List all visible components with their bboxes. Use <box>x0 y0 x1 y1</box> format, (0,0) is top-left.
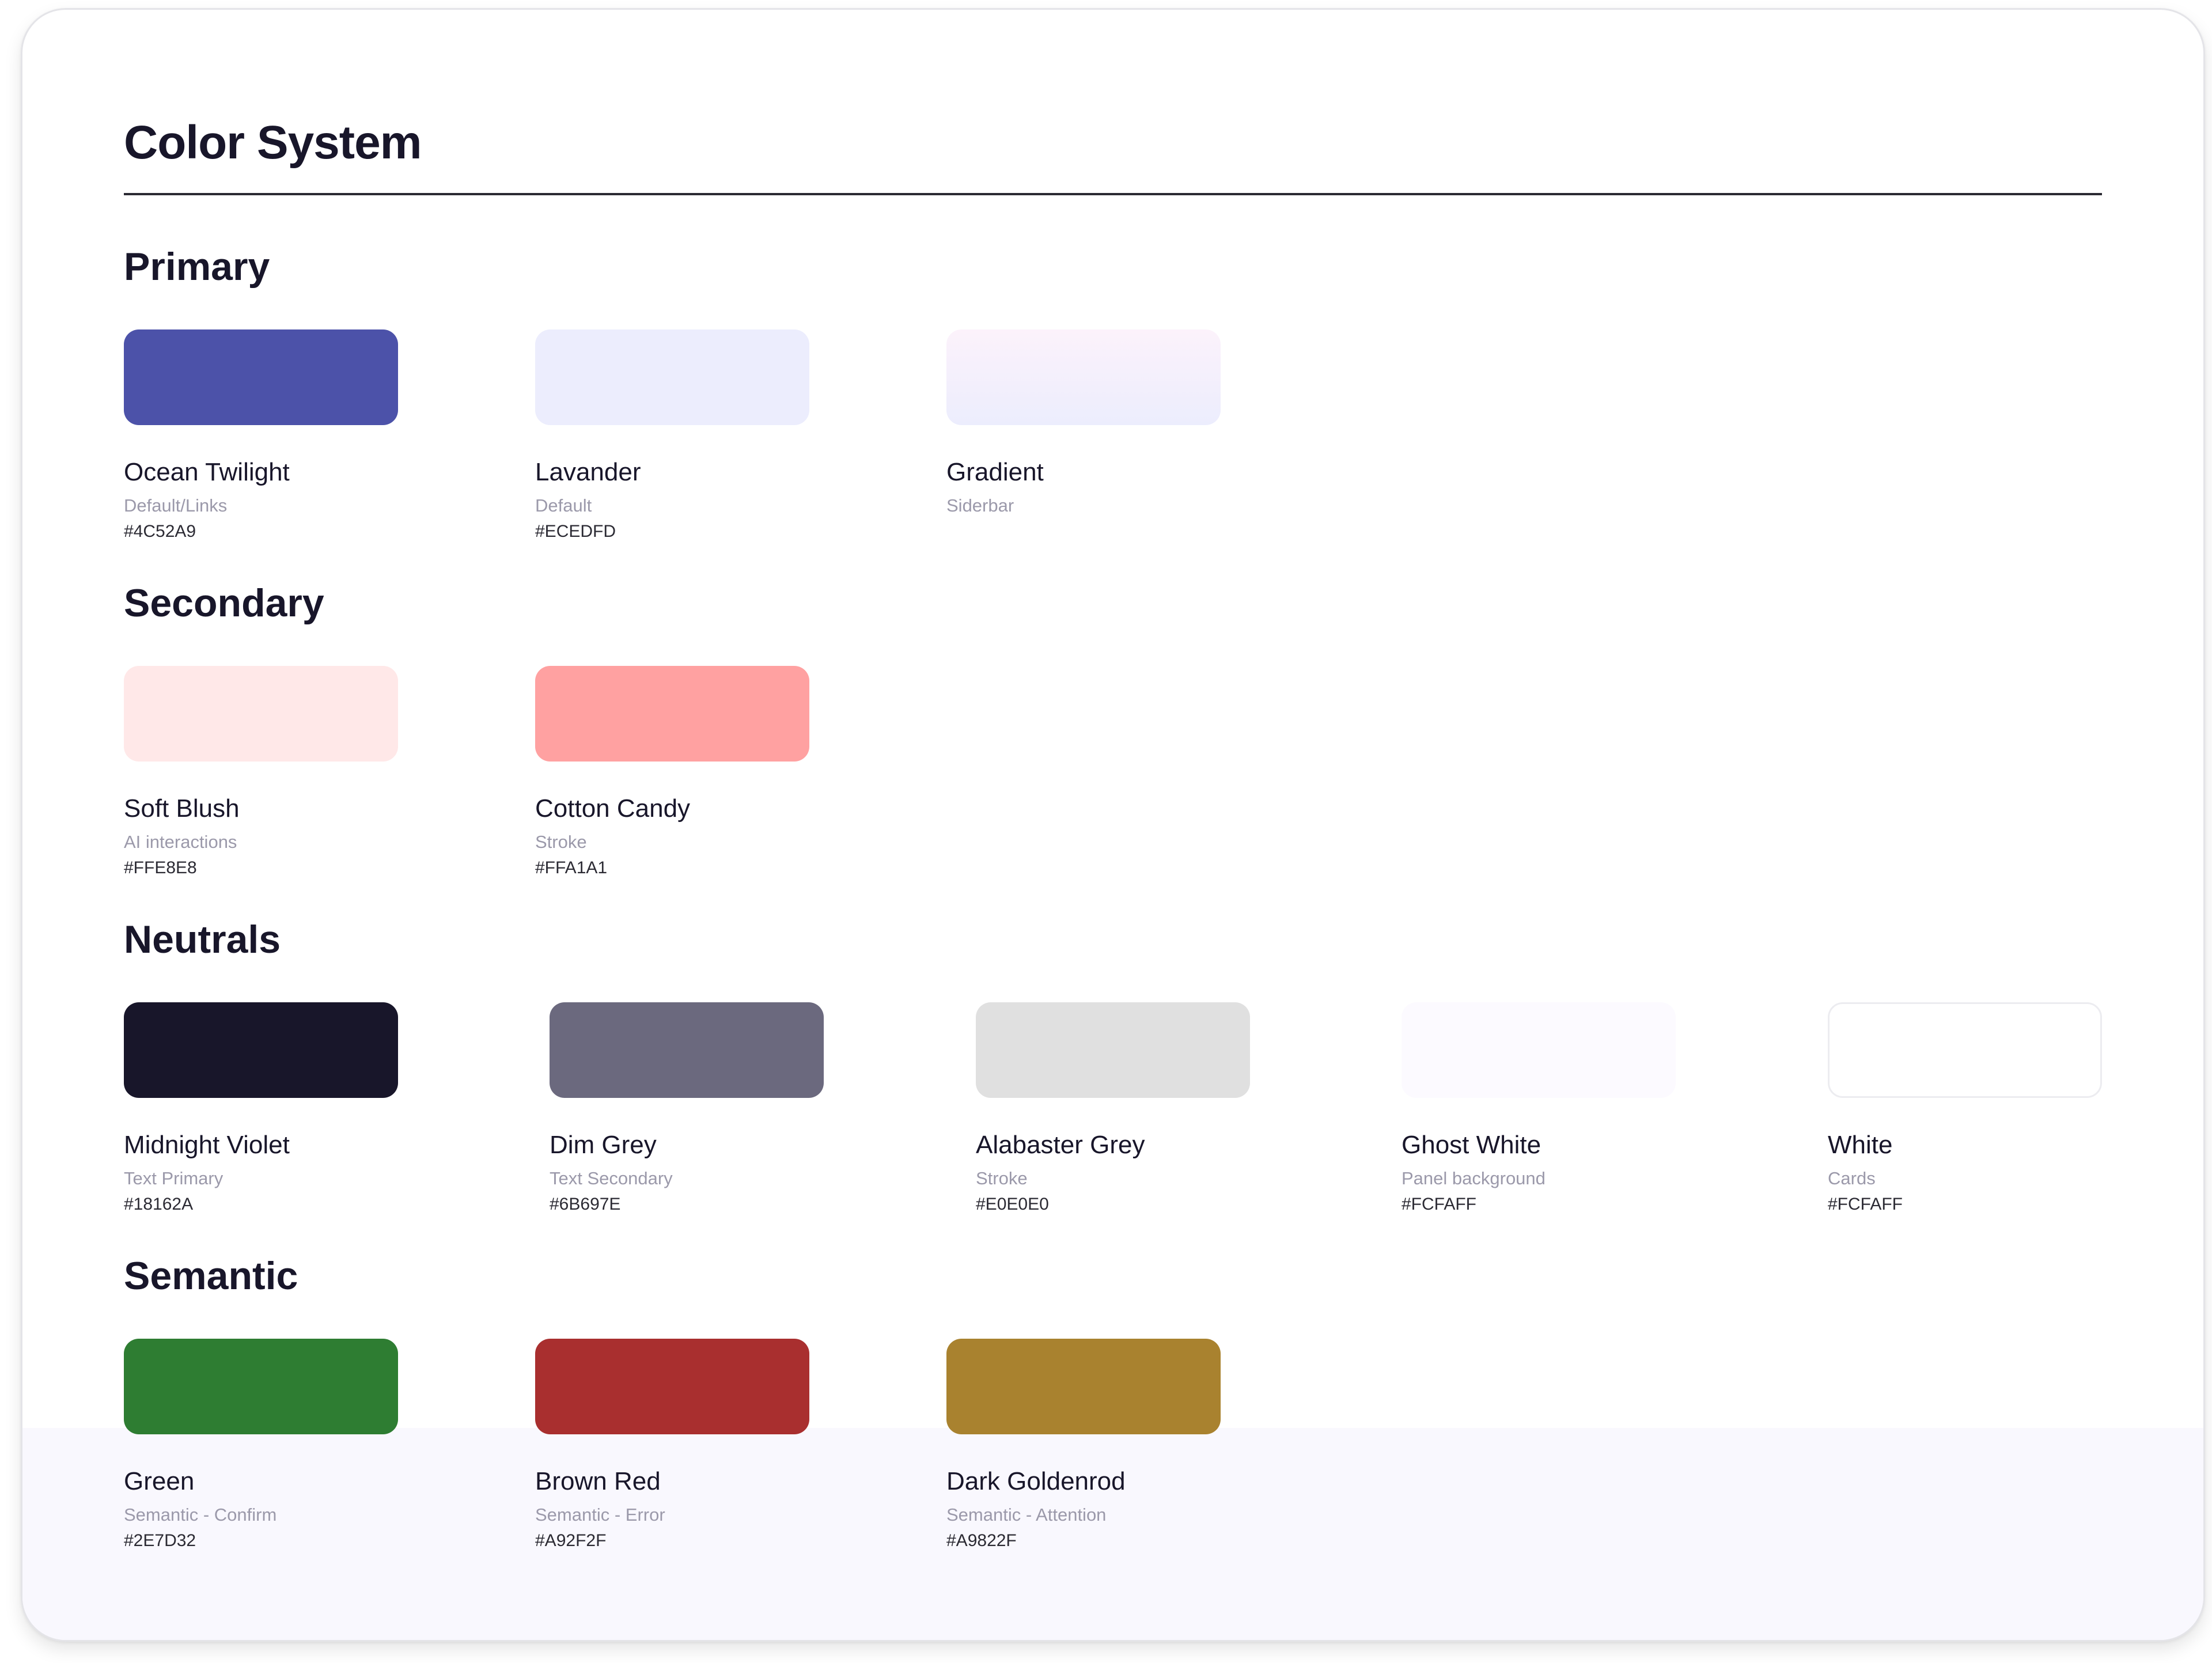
title-divider <box>124 193 2102 195</box>
swatch-usage: Default/Links <box>124 495 228 516</box>
swatch-name: White <box>1828 1131 1893 1159</box>
section-title-primary: Primary <box>124 245 270 289</box>
swatch-usage: Panel background <box>1402 1168 1546 1188</box>
swatch-usage: Siderbar <box>946 495 1014 516</box>
swatch-brown-red <box>535 1339 809 1434</box>
swatch-hex: #E0E0E0 <box>976 1195 1049 1214</box>
swatch-name: Cotton Candy <box>535 794 691 823</box>
swatch-hex: #A92F2F <box>535 1531 607 1550</box>
swatch-usage: Default <box>535 495 592 516</box>
swatch-dim-grey <box>550 1002 824 1098</box>
swatch-usage: Text Primary <box>124 1168 224 1188</box>
swatch-cotton-candy <box>535 666 809 762</box>
section-title-semantic: Semantic <box>124 1254 298 1298</box>
swatch-name: Lavander <box>535 458 641 486</box>
swatch-white <box>1828 1002 2102 1098</box>
swatch-usage: Semantic - Attention <box>946 1505 1107 1525</box>
swatch-usage: Semantic - Confirm <box>124 1505 277 1525</box>
swatch-usage: Cards <box>1828 1168 1876 1188</box>
swatch-usage: Stroke <box>535 832 587 852</box>
color-system-panel: Color System Primary Ocean Twilight Defa… <box>21 8 2205 1642</box>
swatch-hex: #FCFAFF <box>1402 1195 1477 1214</box>
swatch-hex: #A9822F <box>946 1531 1017 1550</box>
swatch-usage: Semantic - Error <box>535 1505 665 1525</box>
section-title-neutrals: Neutrals <box>124 918 281 961</box>
swatch-name: Ghost White <box>1402 1131 1541 1159</box>
swatch-hex: #FFE8E8 <box>124 858 197 877</box>
swatch-name: Midnight Violet <box>124 1131 290 1159</box>
swatch-name: Gradient <box>946 458 1044 486</box>
swatch-hex: #2E7D32 <box>124 1531 196 1550</box>
swatch-name: Brown Red <box>535 1467 661 1495</box>
swatch-hex: #18162A <box>124 1195 194 1214</box>
swatch-name: Ocean Twilight <box>124 458 290 486</box>
swatch-name: Dark Goldenrod <box>946 1467 1126 1495</box>
swatch-ocean-twilight <box>124 329 398 425</box>
swatch-name: Alabaster Grey <box>976 1131 1145 1159</box>
content-area: Color System Primary Ocean Twilight Defa… <box>124 10 2102 1640</box>
swatch-usage: AI interactions <box>124 832 237 852</box>
page-title: Color System <box>124 116 422 169</box>
swatch-hex: #6B697E <box>550 1195 621 1214</box>
swatch-usage: Text Secondary <box>550 1168 673 1188</box>
swatch-alabaster-grey <box>976 1002 1250 1098</box>
swatch-hex: #4C52A9 <box>124 522 196 541</box>
swatch-name: Dim Grey <box>550 1131 657 1159</box>
swatch-hex: #FCFAFF <box>1828 1195 1903 1214</box>
swatch-dark-goldenrod <box>946 1339 1221 1434</box>
swatch-ghost-white <box>1402 1002 1676 1098</box>
swatch-midnight-violet <box>124 1002 398 1098</box>
section-title-secondary: Secondary <box>124 581 324 625</box>
swatch-lavander <box>535 329 809 425</box>
swatch-usage: Stroke <box>976 1168 1028 1188</box>
swatch-hex: #ECEDFD <box>535 522 616 541</box>
swatch-hex: #FFA1A1 <box>535 858 608 877</box>
swatch-gradient <box>946 329 1221 425</box>
swatch-green <box>124 1339 398 1434</box>
swatch-soft-blush <box>124 666 398 762</box>
swatch-name: Green <box>124 1467 195 1495</box>
swatch-name: Soft Blush <box>124 794 240 823</box>
